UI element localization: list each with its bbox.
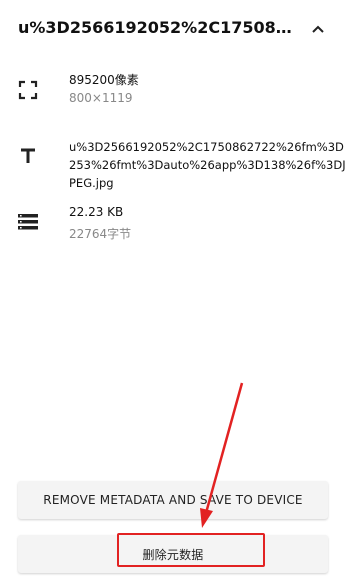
collapse-button[interactable] xyxy=(304,14,332,42)
fullscreen-frame-icon xyxy=(16,78,40,102)
dimensions-row: 895200像素 800×1119 xyxy=(0,64,350,114)
chevron-up-icon xyxy=(311,19,325,38)
metadata-bottom-sheet: u%3D2566192052%2C1750862722%2C 895200像素 … xyxy=(0,0,350,588)
filename-row: u%3D2566192052%2C1750862722%26fm%3D253%2… xyxy=(0,134,350,190)
pixel-count: 895200像素 xyxy=(69,73,139,87)
delete-metadata-button[interactable]: 删除元数据 xyxy=(18,535,328,573)
sheet-header: u%3D2566192052%2C1750862722%2C xyxy=(0,0,350,58)
file-name: u%3D2566192052%2C1750862722%26fm%3D253%2… xyxy=(69,140,346,190)
storage-stack-icon xyxy=(16,210,40,234)
file-title: u%3D2566192052%2C1750862722%2C xyxy=(18,18,300,37)
size-row: 22.23 KB 22764字节 xyxy=(0,198,350,248)
remove-metadata-save-button[interactable]: REMOVE METADATA AND SAVE TO DEVICE xyxy=(18,481,328,519)
text-t-icon xyxy=(16,144,40,168)
file-size-bytes: 22764字节 xyxy=(69,227,132,241)
file-size-kb: 22.23 KB xyxy=(69,205,124,219)
resolution: 800×1119 xyxy=(69,91,133,105)
